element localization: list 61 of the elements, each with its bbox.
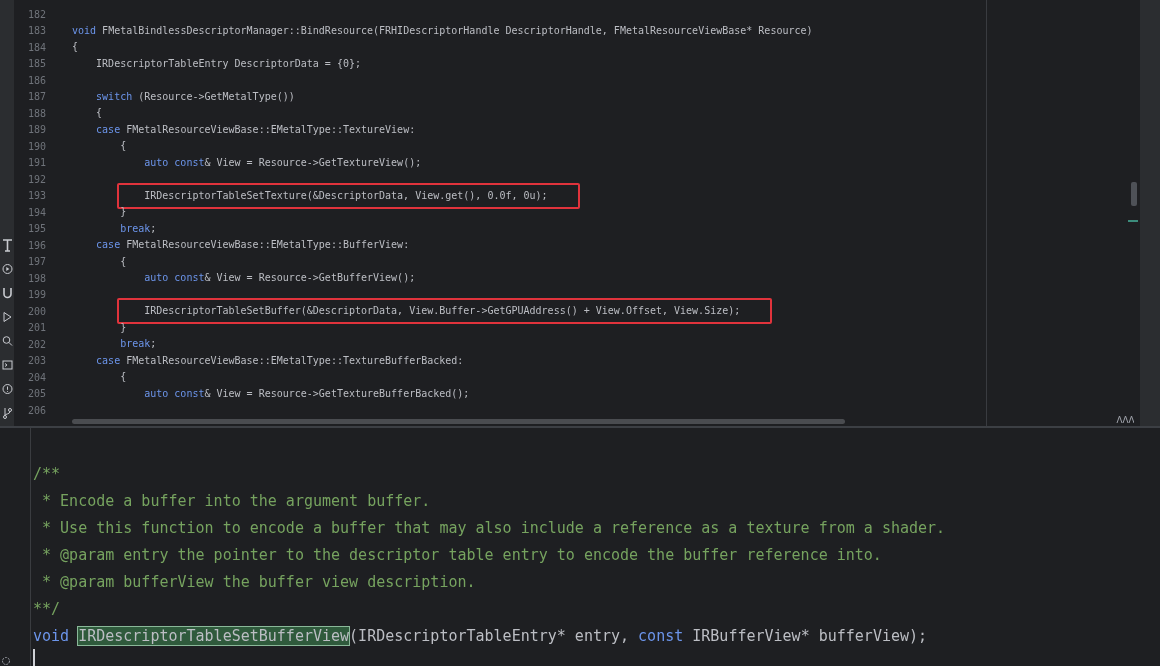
vertical-scrollbar[interactable] (1131, 182, 1137, 206)
line-number: 194 (26, 206, 46, 218)
line-number: 185 (26, 58, 46, 70)
code-line: case FMetalResourceViewBase::EMetalType::BufferView: (96, 238, 410, 253)
line-number: 196 (26, 239, 46, 251)
code-line: auto const& View = Resource->GetTextureView(); (144, 155, 422, 170)
code-line: { (72, 40, 79, 55)
text-cursor (33, 649, 35, 666)
line-number: 201 (26, 322, 46, 334)
code-line: auto const& View = Resource->GetTextureBufferBacked(); (144, 386, 470, 401)
terminal-icon[interactable] (1, 358, 13, 372)
code-line: * @param bufferView the buffer view description. (41, 574, 476, 589)
play-icon[interactable] (1, 310, 13, 324)
line-number: 182 (26, 8, 46, 20)
line-number: 192 (26, 173, 46, 185)
line-number: 190 (26, 140, 46, 152)
magnet-icon[interactable] (1, 286, 13, 300)
line-number: 195 (26, 223, 46, 235)
code-line: void FMetalBindlessDescriptorManager::BindResource(FRHIDescriptorHandle DescriptorHandle, FMetalResourceViewBase* Resource) (72, 23, 813, 38)
code-line: * Use this function to encode a buffer that may also include a reference as a texture from a shader. (41, 520, 946, 535)
code-line: break; (120, 221, 157, 236)
code-line: { (120, 370, 127, 385)
line-number: 203 (26, 355, 46, 367)
line-number: 199 (26, 289, 46, 301)
play-circle-icon[interactable] (1, 262, 13, 276)
line-number: 183 (26, 25, 46, 37)
line-number: 188 (26, 107, 46, 119)
code-line: * @param entry the pointer to the descriptor table entry to encode the buffer reference into. (41, 547, 882, 562)
code-line: auto const& View = Resource->GetBufferView(); (144, 271, 416, 286)
code-line: switch (Resource->GetMetalType()) (96, 89, 295, 104)
line-number: 200 (26, 305, 46, 317)
code-line: /** (33, 466, 61, 481)
line-number: 187 (26, 91, 46, 103)
code-line: **/ (33, 601, 61, 616)
line-number: 191 (26, 157, 46, 169)
code-line: IRDescriptorTableEntry DescriptorData = {0}; (96, 56, 361, 71)
line-number: 193 (26, 190, 46, 202)
code-line: { (120, 254, 127, 269)
line-number: 186 (26, 74, 46, 86)
alert-icon[interactable] (1, 382, 13, 396)
code-line: case FMetalResourceViewBase::EMetalType::TextureView: (96, 122, 416, 137)
line-number: 198 (26, 272, 46, 284)
search-match: IRDescriptorTableSetBufferView (78, 626, 350, 645)
horizontal-scrollbar[interactable] (72, 419, 845, 424)
code-line: * Encode a buffer into the argument buffer. (41, 493, 431, 508)
branch-icon[interactable] (1, 406, 13, 420)
line-number: 197 (26, 256, 46, 268)
line-number: 202 (26, 338, 46, 350)
line-number: 206 (26, 404, 46, 416)
code-line: break; (120, 337, 157, 352)
line-number: 205 (26, 388, 46, 400)
search-icon[interactable] (1, 334, 13, 348)
code-line: case FMetalResourceViewBase::EMetalType::TextureBufferBacked: (96, 353, 464, 368)
line-number: 204 (26, 371, 46, 383)
text-icon[interactable] (1, 238, 13, 252)
code-line: { (96, 106, 103, 121)
code-line: { (120, 139, 127, 154)
line-number: 189 (26, 124, 46, 136)
reader-mode-icon[interactable] (1116, 414, 1134, 424)
line-number: 184 (26, 41, 46, 53)
change-marker (1128, 220, 1138, 222)
